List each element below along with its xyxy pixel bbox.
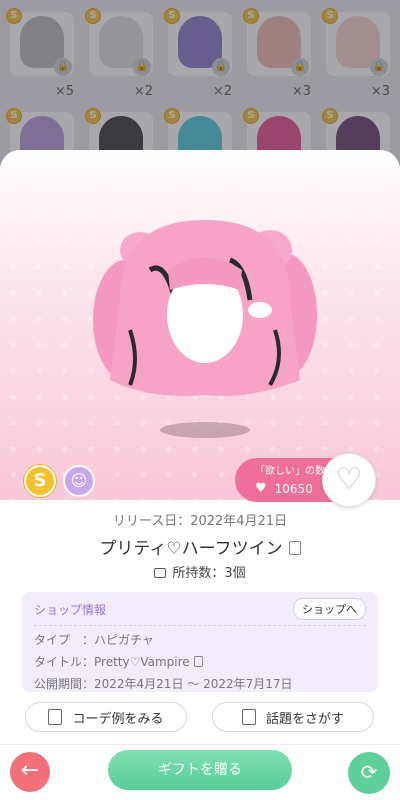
shop-info-title: ショップ情報 — [34, 602, 107, 617]
heart-icon: ♥ — [255, 481, 267, 496]
notebook-icon — [241, 709, 256, 725]
bag-icon — [154, 568, 167, 578]
owned-count-row: 所持数：3個 — [0, 562, 400, 581]
coordinate-icon — [48, 709, 63, 725]
hair-illustration — [93, 220, 317, 396]
back-button[interactable]: ← — [10, 752, 50, 792]
owned-count: 所持数：3個 — [172, 566, 246, 581]
search-topics-button[interactable]: 話題をさがす — [212, 702, 374, 732]
want-count: 10650 — [274, 481, 313, 496]
shop-info-box: ショップ情報 ショップへ タイプ ：ハピガチャ タイトル：Pretty♡Vamp… — [22, 592, 378, 692]
coin-icon: S — [24, 465, 56, 497]
swap-icon[interactable]: ⟳ — [348, 752, 390, 794]
view-coordinate-button[interactable]: コーデ例をみる — [25, 702, 187, 732]
search-topics-label: 話題をさがす — [265, 711, 344, 727]
copy-icon[interactable] — [288, 541, 301, 555]
shop-gacha-title: タイトル：Pretty♡Vampire — [34, 655, 190, 669]
want-heart-button[interactable]: ♡ — [322, 453, 376, 507]
item-preview — [0, 150, 400, 500]
copy-icon[interactable] — [193, 656, 203, 667]
item-name: プリティ♡ハーフツイン — [99, 539, 283, 559]
go-to-shop-button[interactable]: ショップへ — [293, 598, 366, 620]
send-gift-button[interactable]: ギフトを贈る — [108, 750, 292, 790]
shop-type: タイプ ：ハピガチャ — [34, 633, 154, 647]
release-date: リリース日：2022年4月21日 — [112, 514, 288, 529]
avatar-icon: ☺ — [63, 465, 95, 497]
item-title-row: プリティ♡ハーフツイン — [0, 534, 400, 559]
view-coordinate-label: コーデ例をみる — [72, 711, 164, 727]
shop-period: 公開期間：2022年4月21日 ～ 2022年7月17日 — [34, 677, 293, 691]
item-detail-card: S ☺ 「欲しい」の数 ♥ 10650 ♡ リリース日：2022年4月21日 プ… — [0, 150, 400, 800]
